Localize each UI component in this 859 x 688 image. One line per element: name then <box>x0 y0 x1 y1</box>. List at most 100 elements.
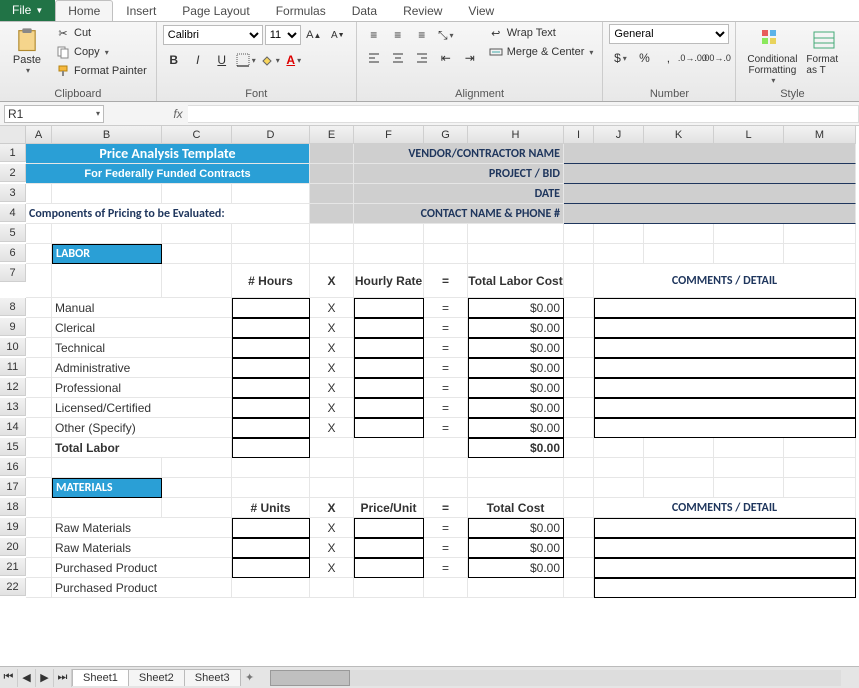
cell-J18[interactable]: COMMENTS / DETAIL <box>594 498 856 518</box>
cell-B16[interactable] <box>52 458 162 478</box>
cell-E10[interactable]: X <box>310 338 354 358</box>
cell-L17[interactable] <box>714 478 784 498</box>
cell-D18[interactable]: # Units <box>232 498 310 518</box>
cell-A1[interactable]: Price Analysis Template <box>26 144 310 164</box>
cell-H9[interactable]: $0.00 <box>468 318 564 338</box>
cell-I17[interactable] <box>564 478 594 498</box>
row-header-22[interactable]: 22 <box>0 578 26 596</box>
cell-L5[interactable] <box>714 224 784 244</box>
cell-H10[interactable]: $0.00 <box>468 338 564 358</box>
merge-center-button[interactable]: Merge & Center▾ <box>485 43 597 61</box>
cell-M15[interactable] <box>784 438 856 458</box>
cell-F7[interactable]: Hourly Rate <box>354 264 424 298</box>
align-center-button[interactable] <box>387 47 409 69</box>
cell-D12[interactable] <box>232 378 310 398</box>
cell-B13[interactable]: Licensed/Certified <box>52 398 232 418</box>
cell-A8[interactable] <box>26 298 52 318</box>
format-painter-button[interactable]: Format Painter <box>52 62 150 80</box>
cell-H6[interactable] <box>468 244 564 264</box>
cell-I13[interactable] <box>564 398 594 418</box>
cell-M17[interactable] <box>784 478 856 498</box>
fill-color-button[interactable]: ▾ <box>259 49 281 71</box>
cell-A4[interactable]: Components of Pricing to be Evaluated: <box>26 204 310 224</box>
insert-sheet-button[interactable]: ✦ <box>240 671 260 684</box>
cell-G15[interactable] <box>424 438 468 458</box>
cell-F20[interactable] <box>354 538 424 558</box>
file-menu-button[interactable]: File▼ <box>0 0 55 21</box>
decrease-indent-button[interactable]: ⇤ <box>435 47 457 69</box>
align-top-button[interactable]: ≡ <box>363 24 385 46</box>
fx-button[interactable]: fx <box>168 107 188 121</box>
row-header-10[interactable]: 10 <box>0 338 26 356</box>
cell-G14[interactable]: = <box>424 418 468 438</box>
increase-decimal-button[interactable]: .0→.00 <box>681 47 703 69</box>
cell-K6[interactable] <box>644 244 714 264</box>
cell-E19[interactable]: X <box>310 518 354 538</box>
cell-I5[interactable] <box>564 224 594 244</box>
paste-button[interactable]: Paste▾ <box>6 24 48 75</box>
cell-M5[interactable] <box>784 224 856 244</box>
cell-F21[interactable] <box>354 558 424 578</box>
cell-E21[interactable]: X <box>310 558 354 578</box>
cell-E20[interactable]: X <box>310 538 354 558</box>
row-header-6[interactable]: 6 <box>0 244 26 262</box>
cell-C18[interactable] <box>162 498 232 518</box>
cell-H7[interactable]: Total Labor Cost <box>468 264 564 298</box>
percent-format-button[interactable]: % <box>633 47 655 69</box>
cell-A19[interactable] <box>26 518 52 538</box>
column-header-C[interactable]: C <box>162 126 232 144</box>
cell-J12[interactable] <box>594 378 856 398</box>
cell-J15[interactable] <box>594 438 644 458</box>
align-middle-button[interactable]: ≡ <box>387 24 409 46</box>
cell-J20[interactable] <box>594 538 856 558</box>
cell-I1[interactable] <box>564 144 856 164</box>
bold-button[interactable]: B <box>163 49 185 71</box>
cell-F18[interactable]: Price/Unit <box>354 498 424 518</box>
align-right-button[interactable] <box>411 47 433 69</box>
cell-I3[interactable] <box>564 184 856 204</box>
cell-H13[interactable]: $0.00 <box>468 398 564 418</box>
cell-L16[interactable] <box>714 458 784 478</box>
cell-F4[interactable]: CONTACT NAME & PHONE # <box>354 204 564 224</box>
cell-C16[interactable] <box>162 458 232 478</box>
cell-G11[interactable]: = <box>424 358 468 378</box>
column-header-G[interactable]: G <box>424 126 468 144</box>
cell-J5[interactable] <box>594 224 644 244</box>
cell-B20[interactable]: Raw Materials <box>52 538 232 558</box>
sheet-tab-2[interactable]: Sheet2 <box>128 669 185 686</box>
cell-G21[interactable]: = <box>424 558 468 578</box>
sheet-tab-3[interactable]: Sheet3 <box>184 669 241 686</box>
cell-H15[interactable]: $0.00 <box>468 438 564 458</box>
align-bottom-button[interactable]: ≡ <box>411 24 433 46</box>
cell-H16[interactable] <box>468 458 564 478</box>
cell-K17[interactable] <box>644 478 714 498</box>
cell-I19[interactable] <box>564 518 594 538</box>
cell-B10[interactable]: Technical <box>52 338 232 358</box>
cell-C7[interactable] <box>162 264 232 298</box>
tab-insert[interactable]: Insert <box>113 0 169 21</box>
row-header-17[interactable]: 17 <box>0 478 26 496</box>
cell-G9[interactable]: = <box>424 318 468 338</box>
cell-H8[interactable]: $0.00 <box>468 298 564 318</box>
cell-F15[interactable] <box>354 438 424 458</box>
formula-input[interactable] <box>188 105 859 123</box>
cell-I15[interactable] <box>564 438 594 458</box>
sheet-tab-1[interactable]: Sheet1 <box>72 669 129 686</box>
column-header-L[interactable]: L <box>714 126 784 144</box>
cell-A20[interactable] <box>26 538 52 558</box>
cell-I20[interactable] <box>564 538 594 558</box>
cell-E14[interactable]: X <box>310 418 354 438</box>
increase-font-button[interactable]: A▲ <box>303 24 325 46</box>
cell-J17[interactable] <box>594 478 644 498</box>
number-format-select[interactable]: General <box>609 24 729 44</box>
tab-view[interactable]: View <box>455 0 507 21</box>
cell-J22[interactable] <box>594 578 856 598</box>
cell-D14[interactable] <box>232 418 310 438</box>
conditional-formatting-button[interactable]: Conditional Formatting▾ <box>742 24 802 85</box>
cell-H5[interactable] <box>468 224 564 244</box>
cell-K5[interactable] <box>644 224 714 244</box>
tab-data[interactable]: Data <box>339 0 390 21</box>
cell-I7[interactable] <box>564 264 594 298</box>
cell-D11[interactable] <box>232 358 310 378</box>
cell-A11[interactable] <box>26 358 52 378</box>
